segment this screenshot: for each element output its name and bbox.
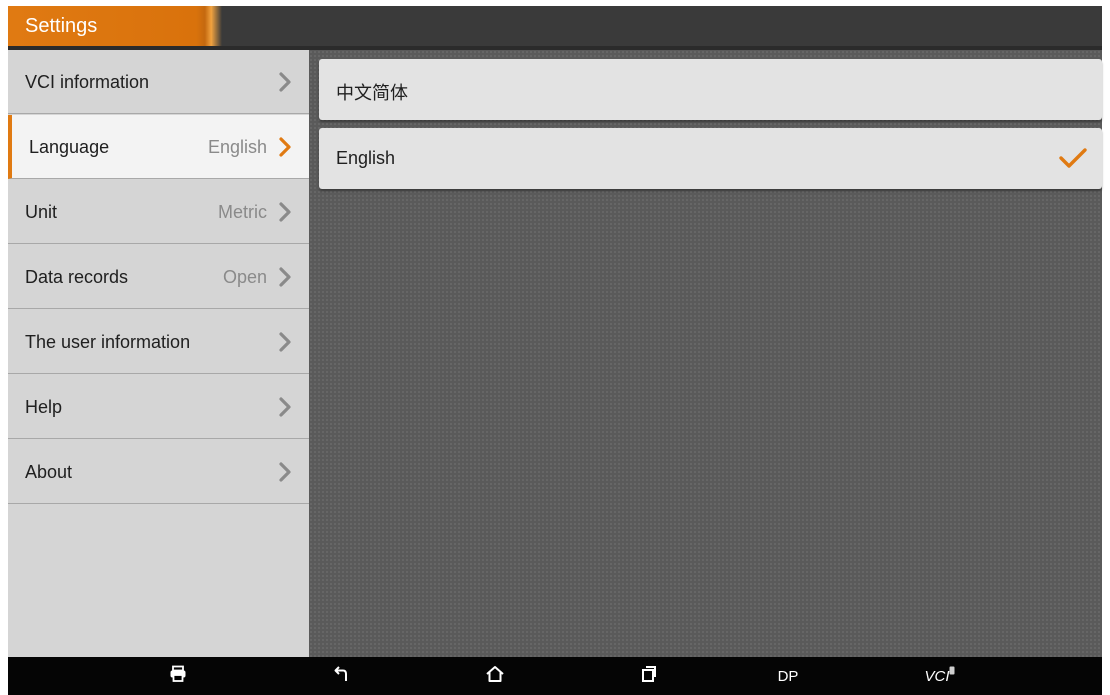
- chevron-right-icon: [275, 201, 295, 223]
- page-title: Settings: [25, 15, 98, 37]
- settings-sidebar: VCI information Language English Unit Me…: [8, 50, 309, 657]
- language-option-english[interactable]: English: [319, 128, 1102, 189]
- chevron-right-icon: [275, 71, 295, 93]
- home-icon: [485, 665, 505, 688]
- settings-title-tab: Settings: [8, 6, 222, 46]
- title-bar: Settings: [8, 6, 1102, 46]
- back-icon: [334, 665, 350, 688]
- sidebar-item-help[interactable]: Help: [8, 375, 309, 439]
- chevron-right-icon: [275, 461, 295, 483]
- sidebar-item-value: Metric: [218, 202, 267, 222]
- vci-connection-icon: [949, 662, 955, 680]
- dp-label: DP: [777, 667, 799, 685]
- print-button[interactable]: [160, 657, 196, 695]
- language-option-chinese-simplified[interactable]: 中文简体: [319, 59, 1102, 120]
- chevron-right-icon: [275, 396, 295, 418]
- checkmark-icon: [1058, 146, 1088, 170]
- back-button[interactable]: [324, 657, 360, 695]
- sidebar-item-label: Language: [29, 137, 110, 157]
- sidebar-item-label: About: [25, 462, 73, 482]
- sidebar-item-language[interactable]: Language English: [8, 115, 309, 179]
- language-option-label: English: [336, 148, 396, 168]
- sidebar-item-data-records[interactable]: Data records Open: [8, 245, 309, 309]
- vci-label: VCI: [924, 667, 950, 685]
- system-nav-bar: DP VCI: [8, 657, 1102, 695]
- language-option-label: 中文简体: [336, 83, 408, 103]
- sidebar-item-about[interactable]: About: [8, 440, 309, 504]
- app-window: Settings VCI information Language Englis…: [0, 0, 1110, 695]
- home-button[interactable]: [477, 657, 513, 695]
- sidebar-item-label: The user information: [25, 332, 191, 352]
- sidebar-item-value: Open: [222, 267, 267, 287]
- sidebar-item-user-information[interactable]: The user information: [8, 310, 309, 374]
- sidebar-item-label: VCI information: [25, 72, 150, 92]
- recent-apps-icon: [641, 665, 657, 688]
- print-icon: [169, 665, 187, 688]
- vci-status-button[interactable]: VCI: [918, 657, 962, 695]
- sidebar-item-label: Data records: [25, 267, 129, 287]
- recent-apps-button[interactable]: [631, 657, 667, 695]
- chevron-right-icon: [275, 266, 295, 288]
- sidebar-item-vci-information[interactable]: VCI information: [8, 50, 309, 114]
- sidebar-item-unit[interactable]: Unit Metric: [8, 180, 309, 244]
- language-options-panel: 中文简体 English: [309, 50, 1102, 657]
- sidebar-item-label: Help: [25, 397, 63, 417]
- dp-button[interactable]: DP: [770, 657, 806, 695]
- chevron-right-icon: [275, 136, 295, 158]
- sidebar-item-value: English: [207, 137, 267, 157]
- sidebar-item-label: Unit: [25, 202, 58, 222]
- chevron-right-icon: [275, 331, 295, 353]
